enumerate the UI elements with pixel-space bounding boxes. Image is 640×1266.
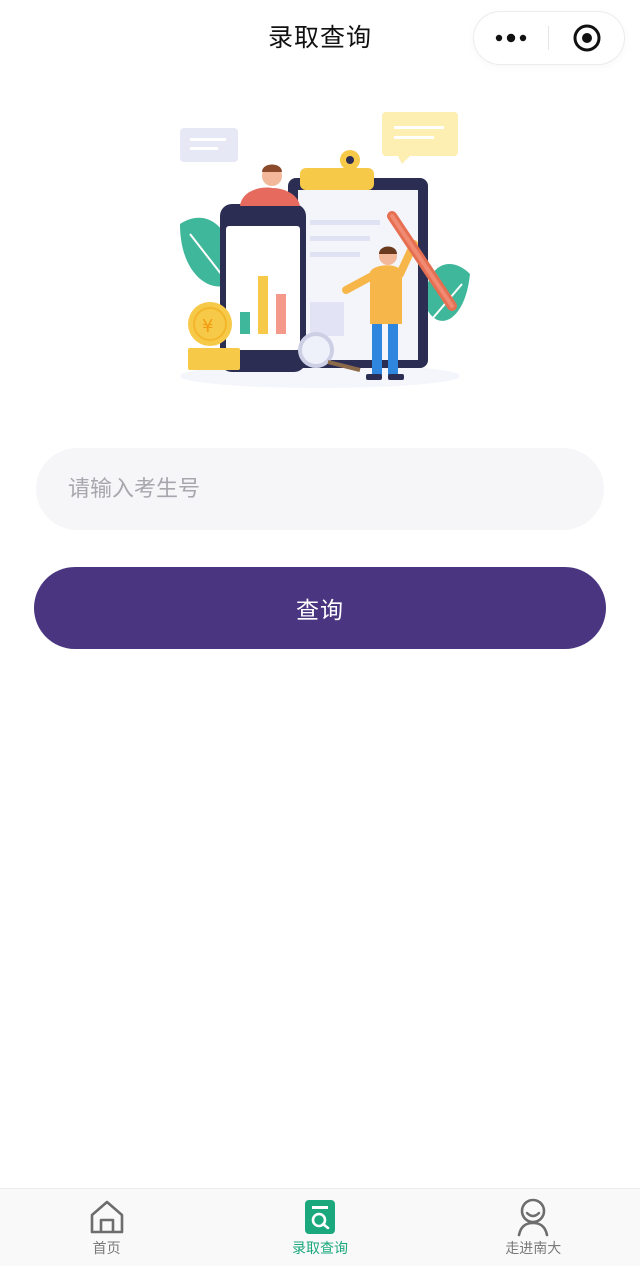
admission-query-illustration: ¥ (170, 104, 470, 394)
tab-home-label: 首页 (92, 1241, 121, 1257)
svg-text:¥: ¥ (202, 316, 213, 337)
query-icon (304, 1200, 335, 1234)
close-button[interactable] (549, 12, 624, 64)
candidate-number-input[interactable] (36, 448, 604, 530)
nav-header: 录取查询 (0, 0, 640, 74)
more-dots-icon (495, 33, 527, 43)
candidate-number-field[interactable] (36, 448, 604, 530)
tab-admission-query[interactable]: 录取查询 (213, 1189, 426, 1266)
bottom-tab-bar: 首页 录取查询 走进南大 (0, 1188, 640, 1266)
target-close-icon (573, 24, 600, 52)
home-icon (90, 1200, 123, 1234)
query-button[interactable]: 查询 (34, 567, 606, 649)
tab-about-nju-label: 走进南大 (505, 1241, 562, 1257)
tab-about-nju[interactable]: 走进南大 (427, 1189, 640, 1266)
tab-admission-query-label: 录取查询 (291, 1241, 348, 1257)
more-button[interactable] (474, 12, 548, 64)
tab-home[interactable]: 首页 (0, 1189, 213, 1266)
person-icon (518, 1198, 549, 1237)
page: 录取查询 ¥ 请输入考生号 查询 首页 录取查询 走进南大 (0, 0, 640, 1266)
mini-program-capsule (474, 12, 624, 64)
